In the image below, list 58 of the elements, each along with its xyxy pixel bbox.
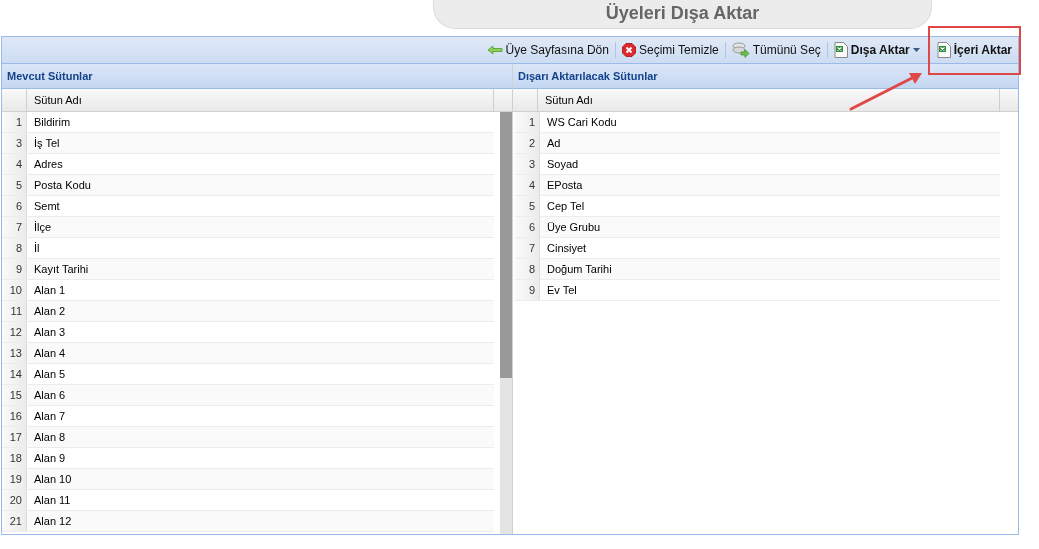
row-number: 16 <box>2 406 27 426</box>
grid-cell[interactable]: Alan 7 <box>27 406 494 426</box>
row-number: 3 <box>515 154 540 174</box>
grid-cell[interactable]: Alan 9 <box>27 448 494 468</box>
grid-cell[interactable]: Alan 5 <box>27 364 494 384</box>
grid-cell[interactable]: Alan 11 <box>27 490 494 510</box>
grid-cell[interactable]: Ev Tel <box>540 280 1000 300</box>
grid-cell[interactable]: Alan 6 <box>27 385 494 405</box>
grid-cell[interactable]: Posta Kodu <box>27 175 494 195</box>
row-number: 8 <box>2 238 27 258</box>
grid-cell[interactable]: Bildirim <box>27 112 494 132</box>
grid-cell[interactable]: Alan 10 <box>27 469 494 489</box>
grid-cell[interactable]: Semt <box>27 196 494 216</box>
row-number: 5 <box>515 196 540 216</box>
grid-cell[interactable]: Alan 8 <box>27 427 494 447</box>
toolbar-button[interactable]: Üye Sayfasına Dön <box>482 39 613 61</box>
panel-title: Dışarı Aktarılacak Sütunlar <box>513 64 1018 89</box>
row-number: 4 <box>2 154 27 174</box>
toolbar-button[interactable]: Tümünü Seç <box>727 39 825 61</box>
grid-cell[interactable]: Cep Tel <box>540 196 1000 216</box>
grid-cell[interactable]: Alan 3 <box>27 322 494 342</box>
grid-cell[interactable]: Kayıt Tarihi <box>27 259 494 279</box>
grid-cell[interactable]: Ad <box>540 133 1000 153</box>
row-number: 6 <box>2 196 27 216</box>
grid-cell[interactable]: Cinsiyet <box>540 238 1000 258</box>
arrow-left-icon <box>486 45 503 55</box>
row-number: 10 <box>2 280 27 300</box>
row-number: 20 <box>2 490 27 510</box>
toolbar-button[interactable]: Dışa Aktar <box>829 39 924 61</box>
panel-title: Mevcut Sütunlar <box>2 64 512 89</box>
close-icon <box>621 43 636 57</box>
grid-cell[interactable]: Alan 4 <box>27 343 494 363</box>
grid-cell[interactable]: Alan 1 <box>27 280 494 300</box>
grid-cell[interactable]: Adres <box>27 154 494 174</box>
grid-cell[interactable]: WS Cari Kodu <box>540 112 1000 132</box>
grid-cell[interactable]: Soyad <box>540 154 1000 174</box>
grid-cell[interactable]: Üye Grubu <box>540 217 1000 237</box>
grid-cell[interactable]: Doğum Tarihi <box>540 259 1000 279</box>
grid-cell[interactable]: Alan 12 <box>27 511 494 531</box>
toolbar-button[interactable]: Seçimi Temizle <box>617 39 723 61</box>
grid-cell[interactable]: Alan 2 <box>27 301 494 321</box>
row-number: 1 <box>515 112 540 132</box>
row-number: 7 <box>515 238 540 258</box>
row-number: 12 <box>2 322 27 342</box>
grid-cell[interactable]: İlçe <box>27 217 494 237</box>
row-number: 9 <box>515 280 540 300</box>
caret-icon <box>912 48 920 52</box>
grid-cell[interactable]: EPosta <box>540 175 1000 195</box>
grid-cell[interactable]: İş Tel <box>27 133 494 153</box>
row-number: 14 <box>2 364 27 384</box>
row-number: 18 <box>2 448 27 468</box>
row-number: 1 <box>2 112 27 132</box>
toolbar-button[interactable]: İçeri Aktar <box>932 39 1016 61</box>
stack-arrow-icon <box>731 42 750 58</box>
grid-cell[interactable]: İl <box>27 238 494 258</box>
spreadsheet-icon <box>833 42 848 58</box>
page-title: Üyeleri Dışa Aktar <box>433 0 932 29</box>
spreadsheet-icon <box>936 42 951 58</box>
